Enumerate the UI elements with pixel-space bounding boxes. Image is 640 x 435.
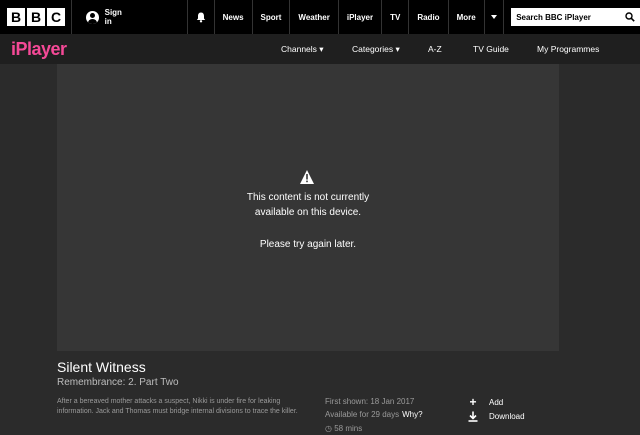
unavailable-message: This content is not currently available … (57, 64, 559, 351)
nav-iplayer[interactable]: iPlayer (339, 0, 383, 34)
my-programmes-link[interactable]: My Programmes (537, 44, 599, 54)
bell-icon (196, 12, 206, 22)
search-icon[interactable] (625, 12, 635, 22)
bbc-logo-letter: B (7, 8, 25, 26)
add-label: Add (489, 397, 504, 407)
message-line: available on this device. (254, 207, 362, 218)
nav-more[interactable]: More (449, 0, 485, 34)
download-button[interactable]: Download (467, 411, 525, 422)
video-player[interactable]: This content is not currently available … (57, 64, 559, 351)
programme-title: Silent Witness (57, 359, 146, 375)
clock-icon: ◷ (325, 424, 332, 433)
episode-title: Remembrance: 2. Part Two (57, 377, 179, 388)
message-line: Please try again later. (259, 239, 357, 250)
tv-guide-link[interactable]: TV Guide (473, 44, 509, 54)
caret-down-icon (490, 15, 497, 19)
bbc-logo-letter: B (27, 8, 45, 26)
message-line: This content is not currently (246, 192, 370, 203)
categories-menu[interactable]: Categories ▾ (352, 44, 400, 55)
iplayer-header: iPlayer Channels ▾ Categories ▾ A-Z TV G… (0, 34, 640, 64)
duration-text: 58 mins (334, 424, 363, 433)
warning-icon (300, 170, 314, 184)
sign-in-label: Sign in (104, 8, 122, 26)
bbc-logo-letter: C (47, 8, 65, 26)
download-label: Download (489, 412, 525, 421)
duration: ◷ 58 mins (325, 424, 362, 433)
user-icon (86, 10, 99, 24)
nav-sport[interactable]: Sport (253, 0, 291, 34)
more-dropdown-button[interactable] (485, 0, 505, 34)
nav-radio[interactable]: Radio (409, 0, 449, 34)
bbc-logo[interactable]: B B C (7, 8, 65, 26)
plus-icon: + (469, 395, 477, 409)
first-shown: First shown: 18 Jan 2017 (325, 397, 415, 406)
nav-news[interactable]: News (215, 0, 253, 34)
add-button[interactable]: + Add (467, 395, 503, 409)
sign-in-link[interactable]: Sign in (71, 0, 144, 34)
nav-tv[interactable]: TV (382, 0, 410, 34)
nav-weather[interactable]: Weather (290, 0, 339, 34)
download-icon (468, 411, 478, 422)
a-z-link[interactable]: A-Z (428, 44, 442, 54)
notifications-button[interactable] (187, 0, 215, 34)
episode-description: After a bereaved mother attacks a suspec… (57, 398, 298, 415)
bbc-top-bar: B B C Sign in News Sport Weather iPlayer… (0, 0, 640, 34)
search-placeholder: Search BBC iPlayer (516, 12, 591, 22)
why-link[interactable]: Why? (402, 410, 422, 419)
availability-info: Available for 29 days Why? (325, 410, 423, 419)
channels-menu[interactable]: Channels ▾ (281, 44, 324, 55)
search-input[interactable]: Search BBC iPlayer (511, 8, 640, 26)
availability-text: Available for 29 days (325, 410, 400, 419)
